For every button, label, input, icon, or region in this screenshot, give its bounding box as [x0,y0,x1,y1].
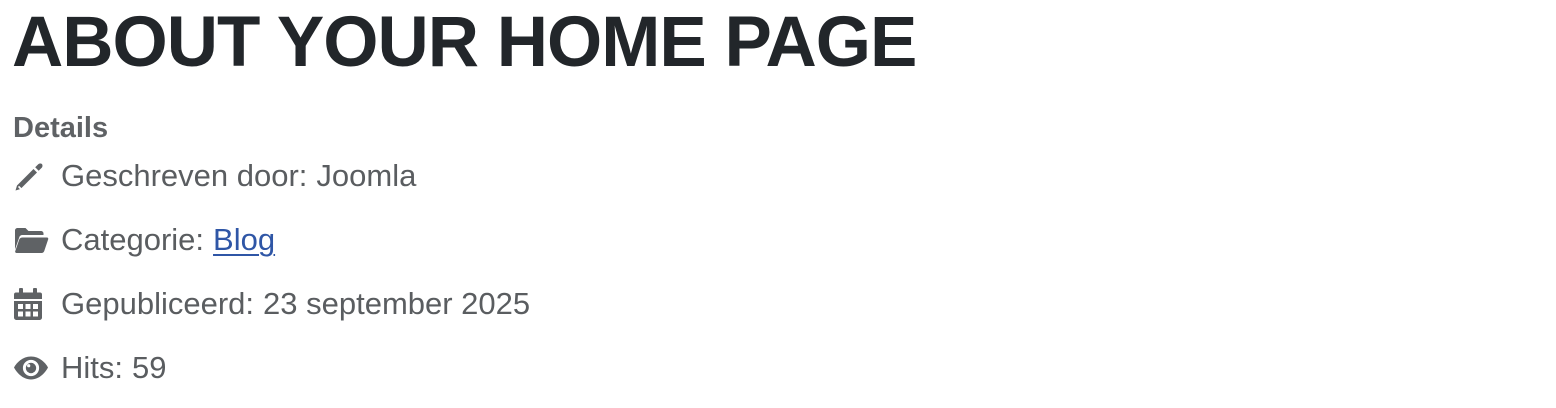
category-link-blog[interactable]: Blog [213,222,275,258]
published-date: 23 september 2025 [263,286,531,321]
author-label: Geschreven door: [61,158,308,193]
hits-label: Hits: [61,350,123,385]
page-title: ABOUT YOUR HOME PAGE [12,3,917,82]
author-name: Joomla [316,158,417,193]
pencil-icon [13,158,49,194]
folder-open-icon [13,222,49,258]
published-row: Gepubliceerd: 23 september 2025 [13,284,530,324]
published-label: Gepubliceerd: [61,286,255,321]
category-row: Categorie: Blog [13,220,275,260]
hits-count: 59 [132,350,167,385]
category-label: Categorie: [61,222,205,257]
details-heading: Details [13,112,109,144]
hits-row: Hits: 59 [13,348,166,388]
calendar-icon [13,286,49,322]
author-row: Geschreven door: Joomla [13,156,416,196]
article-page: ABOUT YOUR HOME PAGE Details Geschreven … [0,0,1556,408]
eye-icon [13,350,49,386]
